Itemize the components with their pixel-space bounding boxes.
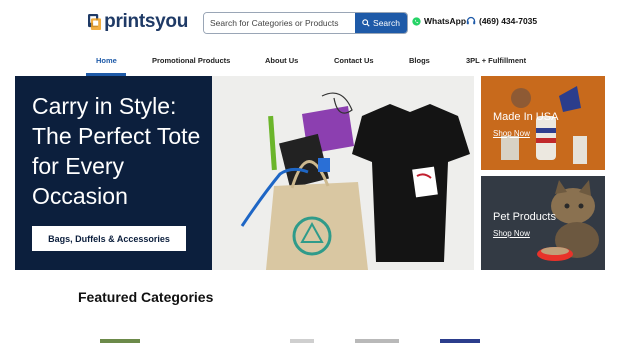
- category-thumbnail[interactable]: [100, 339, 140, 343]
- promo-pet-products[interactable]: Pet Products Shop Now: [481, 176, 605, 270]
- promo-title: Made In USA: [493, 111, 559, 123]
- made-in-usa-image: [481, 76, 605, 170]
- pet-products-image: [481, 176, 605, 270]
- search-button[interactable]: Search: [355, 13, 407, 33]
- whatsapp-link[interactable]: WhatsApp: [412, 16, 466, 26]
- phone-link[interactable]: (469) 434-7035: [466, 16, 537, 26]
- nav-contact-us[interactable]: Contact Us: [334, 56, 374, 65]
- promo-made-in-usa[interactable]: Made In USA Shop Now: [481, 76, 605, 170]
- hero-image: [212, 76, 474, 270]
- whatsapp-label: WhatsApp: [424, 16, 467, 26]
- search-input[interactable]: [204, 13, 355, 33]
- promo-title: Pet Products: [493, 211, 556, 223]
- hero-cta-button[interactable]: Bags, Duffels & Accessories: [32, 226, 186, 251]
- search-button-label: Search: [373, 18, 400, 28]
- logo-text: printsyou: [104, 11, 188, 32]
- category-thumbnail[interactable]: [290, 339, 314, 343]
- promo-shop-now-link[interactable]: Shop Now: [493, 129, 530, 138]
- headset-icon: [466, 16, 476, 25]
- nav-blogs[interactable]: Blogs: [409, 56, 430, 65]
- hero-text-panel: Carry in Style: The Perfect Tote for Eve…: [15, 76, 212, 270]
- nav-home[interactable]: Home: [96, 56, 117, 65]
- site-header: printsyou Search WhatsApp (469) 434-7035: [0, 0, 620, 46]
- logo-mark-icon: [88, 13, 102, 31]
- promo-shop-now-link[interactable]: Shop Now: [493, 229, 530, 238]
- featured-categories-heading: Featured Categories: [78, 289, 214, 305]
- hero-title: Carry in Style: The Perfect Tote for Eve…: [32, 93, 201, 209]
- nav-3pl-fulfillment[interactable]: 3PL + Fulfillment: [466, 56, 526, 65]
- logo[interactable]: printsyou: [88, 10, 188, 34]
- hero-banner[interactable]: Carry in Style: The Perfect Tote for Eve…: [15, 76, 474, 270]
- search-bar: Search: [203, 12, 408, 34]
- nav-promotional-products[interactable]: Promotional Products: [152, 56, 230, 65]
- category-thumbnail[interactable]: [440, 339, 480, 343]
- search-icon: [362, 19, 370, 27]
- main-nav: Home Promotional Products About Us Conta…: [0, 46, 620, 76]
- whatsapp-icon: [412, 16, 421, 26]
- nav-about-us[interactable]: About Us: [265, 56, 298, 65]
- phone-number: (469) 434-7035: [479, 16, 538, 26]
- category-thumbnail[interactable]: [355, 339, 399, 343]
